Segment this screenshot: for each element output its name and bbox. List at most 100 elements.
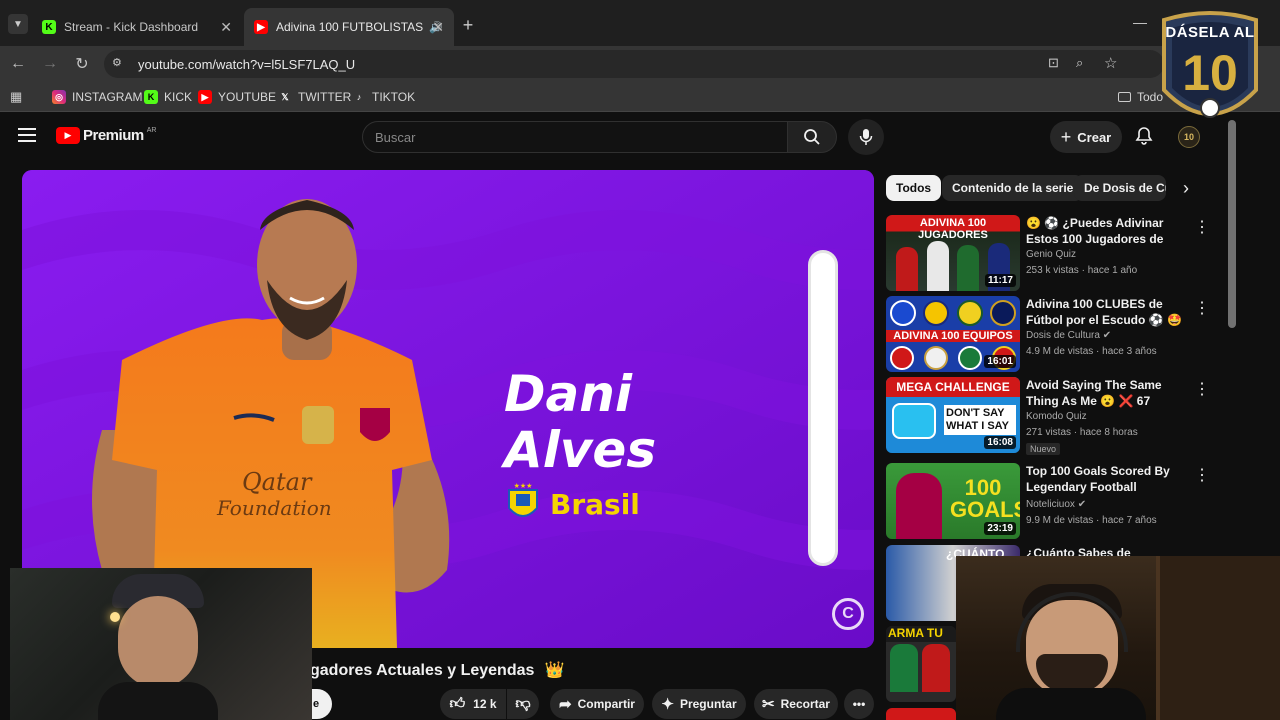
minimize-window-button[interactable]: — bbox=[1130, 14, 1150, 34]
share-icon: ➦ bbox=[559, 696, 572, 713]
bookmark-youtube[interactable]: ▶ YOUTUBE bbox=[198, 82, 276, 112]
sparkle-icon: ✦ bbox=[661, 696, 674, 713]
more-actions-button[interactable]: ••• bbox=[844, 689, 874, 719]
webcam-right bbox=[956, 556, 1280, 720]
like-button[interactable]: 👍︎ 12 k bbox=[440, 689, 506, 719]
video-meta: 4.9 M de vistas · hace 3 años bbox=[1026, 346, 1157, 357]
webcam-person bbox=[996, 584, 1146, 720]
recommendation-item[interactable]: ADIVINA 100 JUGADORES 11:17 😮 ⚽ ¿Puedes … bbox=[886, 215, 1216, 291]
video-title[interactable]: Adivina 100 CLUBES de Fútbol por el Escu… bbox=[1026, 296, 1182, 328]
channel-name[interactable]: Komodo Quiz bbox=[1026, 411, 1087, 422]
tiktok-icon: ♪ bbox=[356, 92, 362, 102]
plus-icon: + bbox=[1060, 126, 1072, 147]
bookmark-label: TWITTER bbox=[298, 90, 352, 104]
voice-search-button[interactable] bbox=[848, 119, 884, 155]
arrow-right-icon: → bbox=[42, 55, 58, 72]
menu-icon[interactable] bbox=[18, 128, 36, 142]
create-label: Crear bbox=[1077, 129, 1112, 145]
ask-label: Preguntar bbox=[679, 697, 737, 711]
subscribe-label: e bbox=[312, 698, 320, 710]
scrollbar[interactable] bbox=[1228, 120, 1236, 328]
recommendation-thumbnail-partial[interactable] bbox=[886, 708, 956, 720]
thumbnail-figure bbox=[896, 473, 942, 539]
chevron-right-icon: › bbox=[1183, 177, 1189, 198]
bookmark-kick[interactable]: K KICK bbox=[144, 82, 192, 112]
notifications-button[interactable] bbox=[1134, 126, 1156, 148]
url-text[interactable]: youtube.com/watch?v=l5LSF7LAQ_U bbox=[138, 57, 355, 72]
install-app-icon[interactable]: ⊡ bbox=[1048, 55, 1059, 71]
youtube-logo[interactable]: ▶ Premium AR bbox=[56, 127, 156, 144]
new-tab-button[interactable]: + bbox=[458, 14, 478, 36]
share-button[interactable]: ➦ Compartir bbox=[550, 689, 644, 719]
apps-grid-icon[interactable]: ▦ bbox=[10, 89, 22, 105]
close-icon[interactable]: ✕ bbox=[432, 19, 444, 36]
video-meta: 253 k vistas · hace 1 año bbox=[1026, 265, 1138, 276]
folder-icon bbox=[1118, 92, 1131, 102]
youtube-icon: ▶ bbox=[198, 90, 212, 104]
country-code: AR bbox=[146, 127, 157, 134]
video-title[interactable]: Top 100 Goals Scored By Legendary Footba… bbox=[1026, 463, 1182, 495]
chip-label: Todos bbox=[896, 181, 932, 195]
channel-name[interactable]: Dosis de Cultura ✔ bbox=[1026, 330, 1111, 341]
close-icon[interactable]: ✕ bbox=[220, 19, 232, 36]
video-title[interactable]: Avoid Saying The Same Thing As Me 😮 ❌ 67… bbox=[1026, 377, 1182, 409]
bookmark-tiktok[interactable]: ♪ TIKTOK bbox=[352, 82, 415, 112]
more-vertical-icon[interactable]: ⋮ bbox=[1194, 379, 1210, 399]
thumbs-down-icon: 👎︎ bbox=[515, 695, 531, 712]
video-thumbnail[interactable]: MEGA CHALLENGE DON'T SAY WHAT I SAY 16:0… bbox=[886, 377, 1020, 453]
recommendation-item[interactable]: MEGA CHALLENGE DON'T SAY WHAT I SAY 16:0… bbox=[886, 377, 1216, 455]
bookmarks-folder[interactable]: Todo bbox=[1118, 82, 1163, 112]
clip-button[interactable]: ✂ Recortar bbox=[754, 689, 838, 719]
zoom-icon[interactable]: ⌕ bbox=[1076, 55, 1083, 71]
video-duration: 11:17 bbox=[984, 274, 1016, 287]
ask-button[interactable]: ✦ Preguntar bbox=[652, 689, 746, 719]
channel-watermark-icon[interactable]: C bbox=[832, 598, 864, 630]
video-thumbnail[interactable]: ADIVINA 100 EQUIPOS 16:01 bbox=[886, 296, 1020, 372]
tab-kick-dashboard[interactable]: K Stream - Kick Dashboard ✕ bbox=[32, 8, 242, 46]
recommendation-thumbnail-partial[interactable]: ARMA TU bbox=[886, 626, 956, 702]
logo-text: Premium bbox=[83, 127, 144, 144]
dislike-button[interactable]: 👎︎ bbox=[507, 689, 539, 719]
more-vertical-icon[interactable]: ⋮ bbox=[1194, 298, 1210, 318]
youtube-icon: ▶ bbox=[254, 20, 268, 34]
chips-next-button[interactable]: › bbox=[1176, 176, 1196, 200]
video-thumbnail[interactable]: 100 GOALS 23:19 bbox=[886, 463, 1020, 539]
webcam-person bbox=[98, 574, 218, 720]
bookmark-star-icon[interactable]: ☆ bbox=[1104, 54, 1117, 72]
video-title[interactable]: 😮 ⚽ ¿Puedes Adivinar Estos 100 Jugadores… bbox=[1026, 215, 1182, 247]
channel-name[interactable]: Noteliciuox ✔ bbox=[1026, 499, 1086, 510]
tab-youtube-video[interactable]: ▶ Adivina 100 FUTBOLISTAS 🔊 ✕ bbox=[244, 8, 454, 46]
search-button[interactable] bbox=[787, 121, 837, 153]
bookmark-label: INSTAGRAM bbox=[72, 90, 143, 104]
tab-list-button[interactable]: ▼ bbox=[8, 14, 28, 34]
forward-button[interactable]: → bbox=[38, 52, 62, 76]
more-vertical-icon[interactable]: ⋮ bbox=[1194, 465, 1210, 485]
chip-channel[interactable]: De Dosis de Cultura bbox=[1074, 175, 1166, 201]
bookmark-label: YOUTUBE bbox=[218, 90, 277, 104]
thumbs-up-icon: 👍︎ bbox=[449, 695, 466, 712]
site-info-icon[interactable]: ⚙ bbox=[112, 56, 126, 70]
channel-name[interactable]: Genio Quiz bbox=[1026, 249, 1076, 260]
reload-button[interactable]: ↻ bbox=[70, 52, 94, 76]
more-vertical-icon[interactable]: ⋮ bbox=[1194, 217, 1210, 237]
recommendation-item[interactable]: 100 GOALS 23:19 Top 100 Goals Scored By … bbox=[886, 463, 1216, 539]
video-thumbnail[interactable]: ADIVINA 100 JUGADORES 11:17 bbox=[886, 215, 1020, 291]
chip-label: De Dosis de Cultura bbox=[1084, 181, 1166, 195]
chip-series[interactable]: Contenido de la serie bbox=[942, 175, 1084, 201]
thumbnail-number bbox=[892, 403, 936, 439]
search-input[interactable]: Buscar bbox=[362, 121, 788, 153]
share-label: Compartir bbox=[577, 697, 635, 711]
verified-icon: ✔ bbox=[1077, 499, 1087, 510]
webcam-light bbox=[110, 612, 120, 622]
bookmark-twitter[interactable]: 𝕏 TWITTER bbox=[278, 82, 351, 112]
thumbnail-text: ADIVINA 100 EQUIPOS bbox=[886, 330, 1020, 342]
clip-label: Recortar bbox=[780, 697, 830, 711]
bookmark-label: KICK bbox=[164, 90, 193, 104]
recommendation-item[interactable]: ADIVINA 100 EQUIPOS 16:01 Adivina 100 CL… bbox=[886, 296, 1216, 372]
overlay-text-top: DÁSELA AL bbox=[1165, 24, 1255, 41]
create-button[interactable]: + Crear bbox=[1050, 121, 1122, 153]
chip-all[interactable]: Todos bbox=[886, 175, 942, 201]
back-button[interactable]: ← bbox=[6, 52, 30, 76]
bookmark-instagram[interactable]: ◎ INSTAGRAM bbox=[52, 82, 142, 112]
search-icon bbox=[804, 129, 820, 145]
